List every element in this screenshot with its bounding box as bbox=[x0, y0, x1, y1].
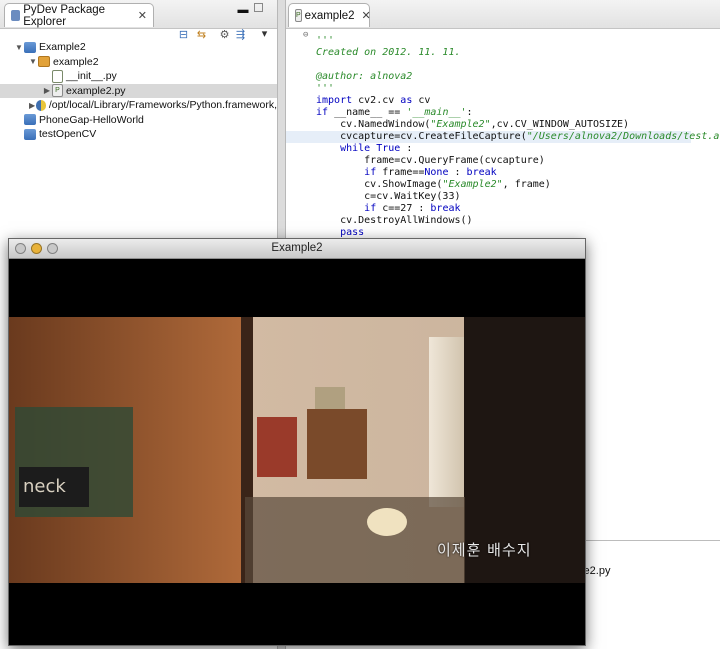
close-icon[interactable]: ✕ bbox=[362, 9, 371, 22]
tab-example2[interactable]: P example2 ✕ bbox=[288, 3, 371, 27]
expanded-twisty-icon[interactable]: ▼ bbox=[28, 57, 38, 66]
tree-item[interactable]: ▶ /opt/local/Library/Frameworks/Python.fr… bbox=[0, 98, 277, 113]
python-module-icon: P bbox=[295, 9, 302, 22]
code-line: while True : bbox=[340, 143, 413, 154]
code-line: cv.NamedWindow("Example2",cv.CV_WINDOW_A… bbox=[316, 119, 630, 130]
editor-tabbar: P example2 ✕ bbox=[286, 0, 720, 29]
code-line: @author: alnova2 bbox=[316, 71, 413, 82]
tab-label: example2 bbox=[304, 9, 355, 22]
code-line: import cv2.cv as cv bbox=[316, 95, 431, 106]
code-line: frame=cv.QueryFrame(cvcapture) bbox=[316, 155, 545, 166]
collapsed-twisty-icon[interactable]: ▶ bbox=[42, 86, 52, 95]
close-icon[interactable]: ✕ bbox=[138, 9, 147, 22]
code-line: if __name__ == '__main__': bbox=[316, 107, 473, 118]
tree-item-label: testOpenCV bbox=[39, 128, 97, 141]
tree-item[interactable]: ▼ Example2 bbox=[0, 40, 277, 55]
video-window[interactable]: Example2 neck 이제훈 배수지 bbox=[8, 238, 586, 646]
code-line: Created on 2012. 11. 11. bbox=[316, 47, 461, 58]
window-title: Example2 bbox=[271, 242, 323, 254]
video-frame: neck 이제훈 배수지 bbox=[9, 317, 585, 583]
code-line: ''' bbox=[316, 83, 335, 94]
window-titlebar[interactable]: Example2 bbox=[9, 239, 585, 259]
tree-item-label: example2.py bbox=[66, 84, 126, 97]
view-menu-icon[interactable]: ▾ bbox=[257, 27, 272, 40]
code-line: cv.ShowImage("Example2", frame) bbox=[316, 179, 551, 190]
project-icon bbox=[24, 128, 36, 140]
python-file-icon bbox=[52, 69, 63, 83]
minimize-view-button[interactable]: ▬ bbox=[238, 3, 249, 16]
zoom-window-button[interactable] bbox=[47, 243, 58, 254]
close-window-button[interactable] bbox=[15, 243, 26, 254]
tree-item[interactable]: ▼ example2 bbox=[0, 55, 277, 70]
fold-icon[interactable]: ⊖ bbox=[303, 30, 308, 40]
code-line: cvcapture=cv.CreateFileCapture("/Users/a… bbox=[286, 131, 720, 143]
minimize-window-button[interactable] bbox=[31, 243, 42, 254]
tree-item-label: example2 bbox=[53, 55, 99, 68]
tree-item-label: PhoneGap-HelloWorld bbox=[39, 113, 144, 126]
package-icon bbox=[38, 56, 50, 68]
python-interpreter-icon bbox=[36, 99, 46, 111]
svg-text:neck: neck bbox=[23, 476, 66, 497]
tab-pydev-package-explorer[interactable]: PyDev Package Explorer ✕ bbox=[4, 3, 154, 28]
tree-item-label: Example2 bbox=[39, 41, 86, 54]
collapsed-twisty-icon[interactable]: ▶ bbox=[28, 101, 36, 110]
maximize-view-button[interactable] bbox=[254, 3, 263, 12]
package-explorer-icon bbox=[11, 10, 21, 21]
tree-item-label: __init__.py bbox=[66, 70, 117, 83]
project-icon bbox=[24, 114, 36, 126]
explorer-tabbar: PyDev Package Explorer ✕ ▬ bbox=[0, 0, 277, 29]
package-tree: ▼ Example2 ▼ example2 __init__.py ▶ Pexample2.… bbox=[0, 40, 277, 142]
tree-item[interactable]: PhoneGap-HelloWorld bbox=[0, 113, 277, 128]
tree-item[interactable]: __init__.py bbox=[0, 69, 277, 84]
expanded-twisty-icon[interactable]: ▼ bbox=[14, 43, 24, 52]
code-line: if c==27 : break bbox=[364, 203, 461, 214]
python-module-icon: P bbox=[52, 84, 63, 98]
tree-item[interactable]: ▶ Pexample2.py bbox=[0, 83, 277, 98]
video-subtitle: 이제훈 배수지 bbox=[437, 541, 532, 559]
code-line: cv.DestroyAllWindows() bbox=[316, 215, 473, 226]
code-line: c=cv.WaitKey(33) bbox=[316, 191, 461, 202]
tree-item-label: /opt/local/Library/Frameworks/Python.fra… bbox=[48, 99, 277, 112]
code-line: if frame==None : break bbox=[364, 167, 497, 178]
tree-item[interactable]: testOpenCV bbox=[0, 127, 277, 142]
project-icon bbox=[24, 41, 36, 53]
code-line: ''' bbox=[316, 35, 335, 46]
tab-label: PyDev Package Explorer bbox=[23, 3, 106, 28]
